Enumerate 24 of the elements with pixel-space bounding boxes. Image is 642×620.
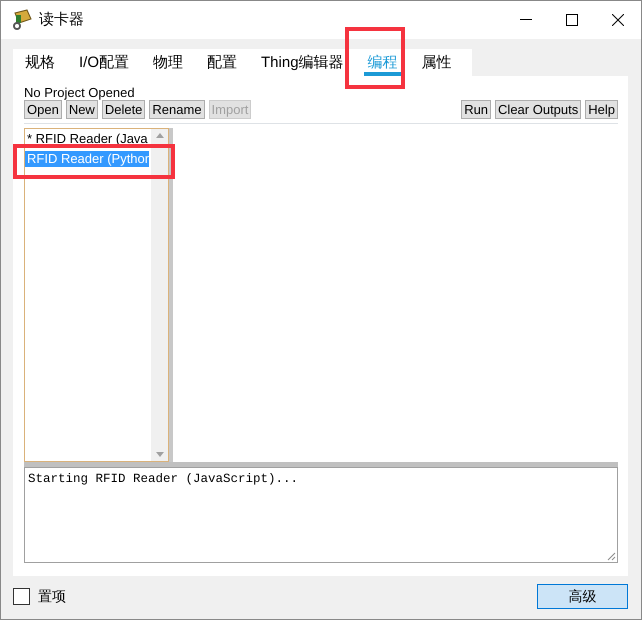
scroll-down-icon[interactable] — [156, 452, 164, 457]
toolbar-button[interactable]: Rename — [149, 100, 205, 119]
scrollbar[interactable] — [151, 129, 168, 461]
list-item[interactable]: * RFID Reader (Java — [25, 131, 148, 147]
app-icon — [11, 9, 33, 31]
project-status: No Project Opened — [24, 86, 136, 100]
window-title: 读卡器 — [39, 10, 84, 30]
toolbar-button[interactable]: New — [66, 100, 98, 119]
output-text: Starting RFID Reader (JavaScript)... — [28, 472, 298, 486]
toolbar-button[interactable]: Delete — [102, 100, 146, 119]
advanced-button[interactable]: 高级 — [537, 584, 628, 609]
resize-grip-icon[interactable] — [607, 552, 616, 561]
close-icon — [612, 14, 624, 26]
toolbar-button[interactable]: Clear Outputs — [495, 100, 582, 119]
maximize-icon — [566, 14, 578, 26]
output-area[interactable]: Starting RFID Reader (JavaScript)... — [24, 467, 618, 563]
toolbar-button[interactable]: Help — [585, 100, 618, 119]
checkbox-label: 置项 — [38, 587, 66, 606]
toolbar-button[interactable]: Open — [24, 100, 62, 119]
scroll-up-icon[interactable] — [156, 133, 164, 138]
annotation-frame — [345, 27, 405, 89]
checkbox[interactable] — [13, 588, 30, 605]
toolbar-button[interactable]: Run — [461, 100, 492, 119]
minimize-icon — [520, 19, 532, 21]
